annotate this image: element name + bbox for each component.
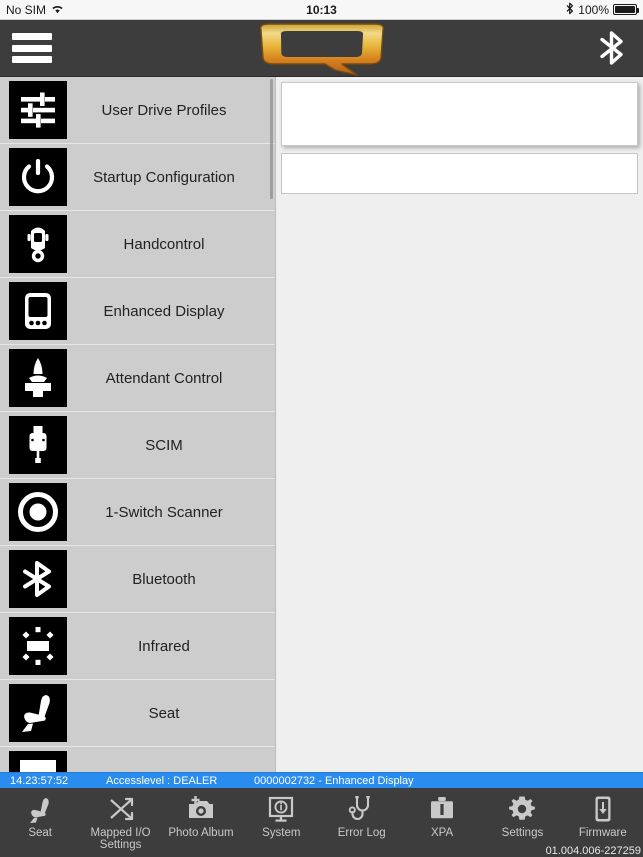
camera-plus-icon: [186, 793, 216, 825]
status-strip: 14.23:57:52 Accesslevel : DEALER 0000002…: [0, 772, 643, 788]
sidebar-item-label: Handcontrol: [123, 235, 205, 253]
carrier-label: No SIM: [6, 2, 47, 17]
sidebar-item-bluetooth[interactable]: Bluetooth: [0, 546, 275, 613]
sidebar-item-partial[interactable]: [0, 747, 275, 772]
body-area: User Drive Profiles Startup Configuratio…: [0, 77, 643, 772]
display-device-icon: [9, 282, 67, 340]
toolbar-item-label: Mapped I/O Settings: [90, 827, 151, 851]
toolbar-item-firmware[interactable]: Firmware: [563, 793, 643, 839]
sidebar-item-user-drive-profiles[interactable]: User Drive Profiles: [0, 77, 275, 144]
sidebar-item-scim[interactable]: SCIM: [0, 412, 275, 479]
toolbar-item-label: Seat: [28, 827, 53, 839]
monitor-info-icon: [267, 793, 295, 825]
wifi-icon: [51, 4, 64, 16]
status-time: 14.23:57:52: [10, 774, 69, 787]
toolbar-item-label: Error Log: [337, 827, 386, 839]
firmware-version-label: 01.004.006-227259: [545, 845, 641, 857]
ios-clock: 10:13: [306, 2, 337, 17]
toolbar-item-mapped-io-settings[interactable]: Mapped I/O Settings: [80, 793, 160, 851]
toolbar-item-label: Photo Album: [168, 827, 234, 839]
bluetooth-icon: [566, 2, 574, 17]
app-root: No SIM 10:13 100% User Drive Profiles St…: [0, 0, 643, 857]
toolbar-item-label: System: [262, 827, 301, 839]
battery-icon: [613, 4, 639, 15]
ios-status-right: 100%: [566, 2, 639, 17]
status-context: 0000002732 - Enhanced Display: [254, 774, 414, 787]
sidebar-item-label: Enhanced Display: [103, 302, 225, 320]
second-panel[interactable]: [281, 153, 638, 194]
sidebar-item-label: SCIM: [145, 436, 183, 454]
sidebar-item-enhanced-display[interactable]: Enhanced Display: [0, 278, 275, 345]
toolbar-item-settings[interactable]: Settings: [482, 793, 562, 839]
sidebar-item-seat[interactable]: Seat: [0, 680, 275, 747]
sidebar-menu-list[interactable]: User Drive Profiles Startup Configuratio…: [0, 77, 276, 772]
sidebar-scrollbar[interactable]: [270, 79, 273, 199]
bluetooth-icon: [9, 550, 67, 608]
sliders-icon: [9, 81, 67, 139]
bluetooth-toggle-icon[interactable]: [595, 26, 629, 70]
top-panel[interactable]: [281, 82, 638, 146]
gear-icon: [508, 793, 536, 825]
device-download-icon: [589, 793, 617, 825]
joystick-handcontrol-icon: [9, 215, 67, 273]
attendant-joystick-icon: [9, 349, 67, 407]
sidebar-item-label: Startup Configuration: [93, 168, 235, 186]
q-logo: [0, 20, 643, 76]
sidebar-item-label: Seat: [148, 704, 180, 722]
toolbar-item-label: Firmware: [578, 827, 627, 839]
app-header: [0, 20, 643, 77]
toolbar-item-seat[interactable]: Seat: [0, 793, 80, 839]
sidebar-item-label: Attendant Control: [105, 369, 223, 387]
toolbar-item-label: XPA: [430, 827, 454, 839]
seat-icon: [26, 793, 54, 825]
mapped-io-icon: [107, 793, 135, 825]
bottom-toolbar: Seat Mapped I/O Settings Photo Album Sys…: [0, 788, 643, 857]
battery-percent-label: 100%: [578, 2, 609, 17]
circle-target-icon: [9, 483, 67, 541]
seat-icon: [9, 684, 67, 742]
stethoscope-icon: [348, 793, 376, 825]
content-panel: [276, 77, 643, 772]
infrared-icon: [9, 617, 67, 675]
toolbar-item-error-log[interactable]: Error Log: [322, 793, 402, 839]
scim-module-icon: [9, 416, 67, 474]
ios-status-bar: No SIM 10:13 100%: [0, 0, 643, 20]
power-icon: [9, 148, 67, 206]
sidebar-item-label: 1-Switch Scanner: [105, 503, 223, 521]
ios-status-left: No SIM: [6, 3, 64, 17]
sidebar-item-handcontrol[interactable]: Handcontrol: [0, 211, 275, 278]
sidebar-item-1-switch-scanner[interactable]: 1-Switch Scanner: [0, 479, 275, 546]
sidebar-item-label: User Drive Profiles: [101, 101, 227, 119]
status-accesslevel: Accesslevel : DEALER: [106, 774, 218, 787]
toolbar-item-label: Settings: [501, 827, 544, 839]
toolbar-item-xpa[interactable]: XPA: [402, 793, 482, 839]
sidebar-item-startup-configuration[interactable]: Startup Configuration: [0, 144, 275, 211]
briefcase-icon: [428, 793, 456, 825]
sidebar-item-attendant-control[interactable]: Attendant Control: [0, 345, 275, 412]
toolbar-item-system[interactable]: System: [241, 793, 321, 839]
hamburger-menu-icon[interactable]: [12, 33, 52, 63]
sidebar-item-label: Bluetooth: [132, 570, 196, 588]
sidebar-item-label: Infrared: [138, 637, 190, 655]
toolbar-item-photo-album[interactable]: Photo Album: [161, 793, 241, 839]
lighting-icon: [9, 751, 67, 772]
sidebar-item-infrared[interactable]: Infrared: [0, 613, 275, 680]
